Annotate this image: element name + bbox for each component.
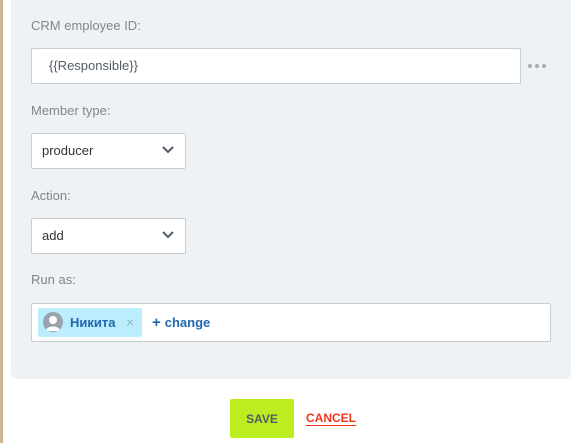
user-chip: Никита × [38,308,142,337]
action-value: add [42,228,64,243]
action-label: Action: [31,188,71,203]
plus-icon: + [152,314,161,331]
employee-id-label: CRM employee ID: [31,18,141,33]
chevron-down-icon [162,231,174,239]
run-as-field: Никита × + change [31,303,551,342]
member-type-value: producer [42,143,94,158]
member-type-select[interactable]: producer [31,133,186,169]
close-icon[interactable]: × [126,314,134,330]
save-button[interactable]: SAVE [230,399,294,438]
window-left-border [0,0,3,443]
change-user-link[interactable]: + change [152,315,210,331]
member-type-label: Member type: [31,103,111,118]
change-label: change [164,315,211,330]
action-select[interactable]: add [31,218,186,254]
cancel-button[interactable]: CANCEL [306,411,356,425]
more-dots-icon[interactable] [528,60,546,72]
user-chip-name: Никита [70,315,116,330]
run-as-label: Run as: [31,272,76,287]
user-avatar-icon [43,312,63,332]
employee-id-input[interactable]: {{Responsible}} [31,48,521,84]
chevron-down-icon [162,146,174,154]
